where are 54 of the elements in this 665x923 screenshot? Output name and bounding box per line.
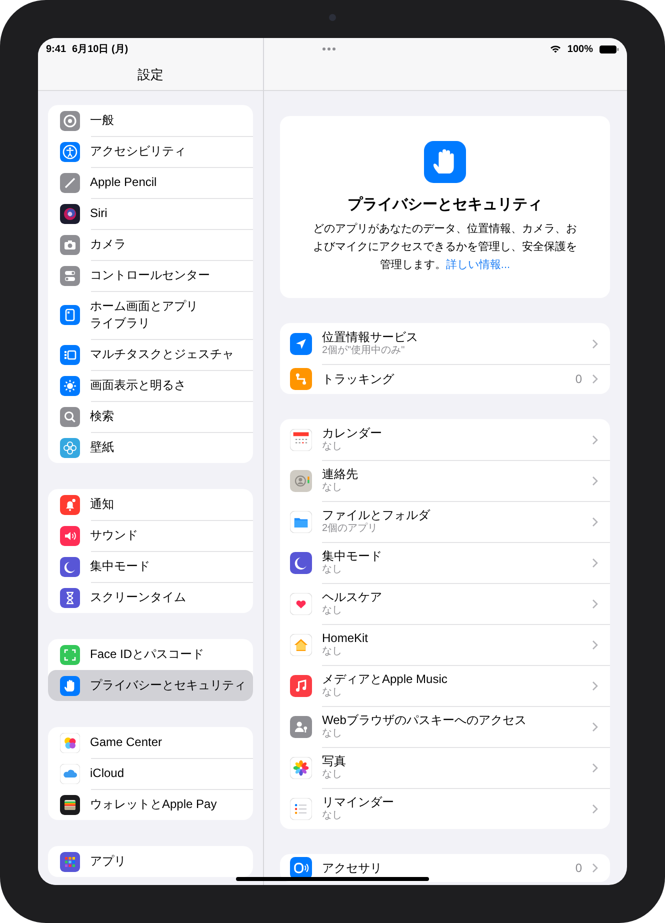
row-title[interactable]: アクセサリ [322, 860, 382, 876]
row-subtitle: なし [322, 605, 342, 617]
row-subtitle: なし [322, 810, 342, 822]
sidebar-item[interactable]: iCloud [48, 758, 253, 789]
sidebar-item[interactable]: 壁紙 [48, 432, 253, 463]
sidebar-item[interactable]: 検索 [48, 401, 253, 432]
row-subtitle: なし [322, 564, 342, 576]
row-subtitle: なし [322, 441, 342, 453]
row-title[interactable]: Webブラウザのパスキーへのアクセス [322, 713, 526, 728]
row-title[interactable]: 位置情報サービス [322, 330, 418, 345]
sidebar-item[interactable]: アクセシビリティ [48, 136, 253, 167]
sidebar-item[interactable]: 集中モード [48, 551, 253, 582]
sidebar-item[interactable]: Face IDとパスコード [48, 639, 253, 670]
row-subtitle: 2個が"使用中のみ" [322, 345, 405, 357]
sidebar-item[interactable]: プライバシーとセキュリティ [48, 670, 253, 701]
row-subtitle: 2個のアプリ [322, 523, 378, 535]
sidebar-item[interactable]: Game Center [48, 727, 253, 758]
row-subtitle: なし [322, 482, 342, 494]
row-subtitle: なし [322, 728, 342, 740]
sidebar-item[interactable]: カメラ [48, 229, 253, 260]
status-date: 6月10日 (月) [72, 43, 128, 56]
sidebar-item[interactable]: サウンド [48, 520, 253, 551]
row-title[interactable]: ファイルとフォルダ [322, 508, 430, 523]
sidebar-item[interactable]: マルチタスクとジェスチャ [48, 339, 253, 370]
row-title[interactable]: カレンダー [322, 426, 382, 441]
row-value: 0 [575, 372, 582, 386]
status-time: 9:41 [46, 44, 66, 54]
row-title[interactable]: リマインダー [322, 795, 394, 810]
sidebar-item[interactable]: 通知 [48, 489, 253, 520]
description-text: どのアプリがあなたのデータ、位置情報、カメラ、およびマイクにアクセスできるかを管理し、安全保護を管理します。詳しい情報... [313, 222, 577, 273]
row-title[interactable]: トラッキング [322, 372, 394, 386]
sidebar-item[interactable]: スクリーンタイム [48, 582, 253, 613]
row-title[interactable]: 写真 [322, 754, 346, 769]
sidebar-item[interactable]: Apple Pencil [48, 167, 253, 198]
battery-percent: 100% [567, 44, 593, 54]
row-subtitle: なし [322, 769, 342, 781]
row-title[interactable]: メディアとApple Music [322, 672, 448, 687]
row-title[interactable]: 集中モード [322, 549, 382, 564]
sidebar-item[interactable]: アプリ [48, 846, 253, 877]
sidebar-item[interactable]: 画面表示と明るさ [48, 370, 253, 401]
row-subtitle: なし [322, 687, 342, 699]
page-title: プライバシーとセキュリティ [348, 195, 542, 214]
sidebar-item[interactable]: コントロールセンター [48, 260, 253, 291]
row-value: 0 [575, 861, 582, 875]
sidebar-item[interactable]: ウォレットとApple Pay [48, 789, 253, 820]
learn-more-link[interactable]: 詳しい情報... [446, 259, 510, 271]
sidebar-item[interactable]: Siri [48, 198, 253, 229]
row-title[interactable]: HomeKit [322, 631, 368, 646]
sidebar-item[interactable]: 一般 [48, 105, 253, 136]
sidebar-item[interactable]: ホーム画面とアプリライブラリ [48, 291, 253, 339]
row-subtitle: なし [322, 646, 342, 658]
row-title[interactable]: 連絡先 [322, 467, 358, 482]
row-title[interactable]: ヘルスケア [322, 590, 382, 605]
sidebar-title: 設定 [138, 66, 164, 84]
